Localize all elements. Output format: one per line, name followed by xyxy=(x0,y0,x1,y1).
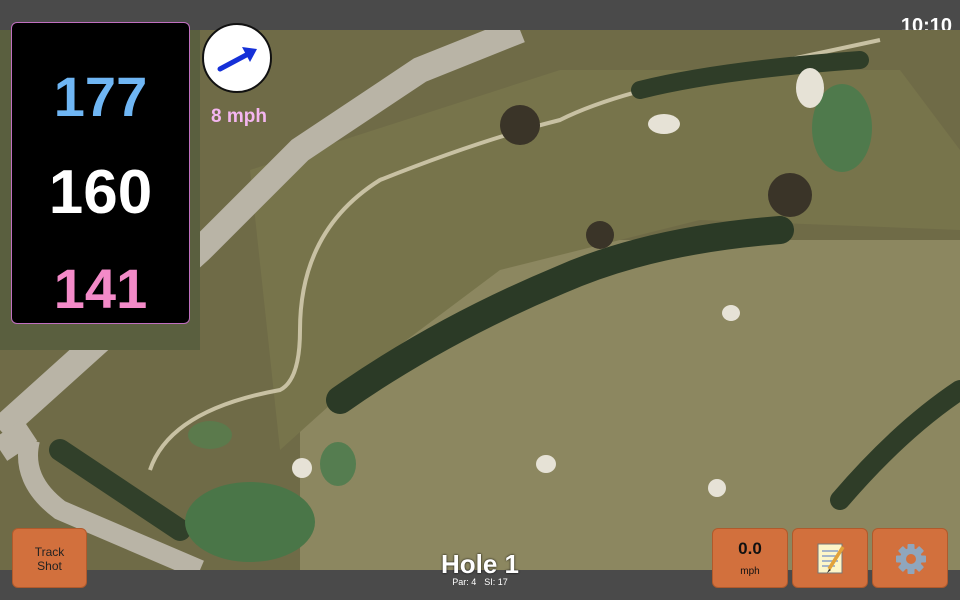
track-shot-button[interactable]: Track Shot xyxy=(12,528,87,588)
hole-stroke-index: SI: 17 xyxy=(484,577,508,587)
notepad-icon xyxy=(817,543,845,574)
notes-button[interactable] xyxy=(792,528,868,588)
hole-par: Par: 4 xyxy=(452,577,477,587)
track-shot-label-line1: Track xyxy=(34,545,65,559)
gear-icon xyxy=(896,544,926,574)
tee-box xyxy=(320,442,356,486)
tree xyxy=(586,221,614,249)
bunker xyxy=(292,458,312,478)
bunker xyxy=(796,68,824,108)
tee-box-2 xyxy=(188,421,232,449)
tree xyxy=(768,173,812,217)
green-bottom xyxy=(185,482,315,562)
distance-panel: 177 160 141 xyxy=(11,22,190,324)
bunker xyxy=(708,479,726,497)
tree xyxy=(500,105,540,145)
speed-unit: mph xyxy=(740,566,760,577)
bunker xyxy=(722,305,740,321)
front-distance: 141 xyxy=(53,257,148,320)
bunker xyxy=(648,114,680,134)
track-shot-label-line2: Shot xyxy=(37,559,62,573)
hole-title: Hole 1 xyxy=(440,549,520,579)
middle-distance: 160 xyxy=(48,158,153,227)
speed-value: 0.0 xyxy=(738,539,762,558)
back-distance: 177 xyxy=(53,65,148,128)
bunker xyxy=(536,455,556,473)
wind-arrow-icon xyxy=(217,47,257,72)
speed-button[interactable]: 0.0 mph xyxy=(712,528,788,588)
settings-button[interactable] xyxy=(872,528,948,588)
wind-indicator xyxy=(202,23,272,93)
wind-speed: 8 mph xyxy=(211,106,267,127)
hole-info: Par: 4 SI: 17 xyxy=(380,577,580,587)
